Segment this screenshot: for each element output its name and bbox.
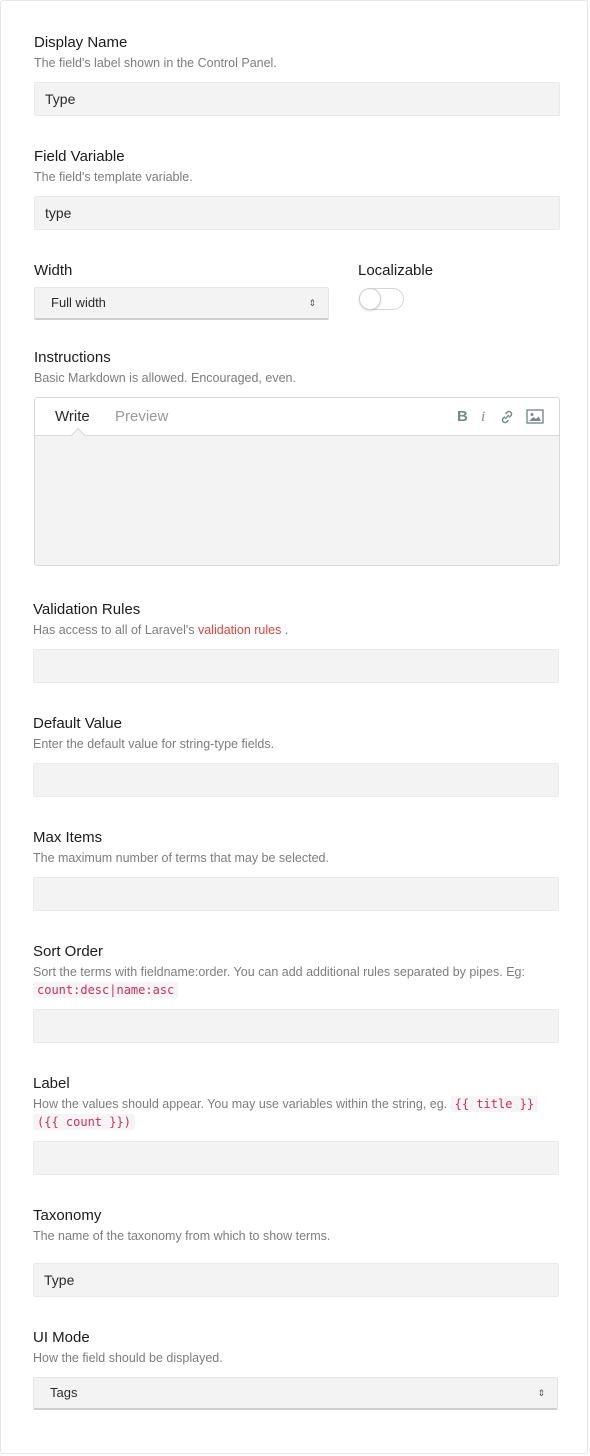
ui-mode-select-value: Tags <box>50 1385 78 1400</box>
default-value-input[interactable] <box>33 763 559 797</box>
instructions-textarea[interactable] <box>35 436 559 565</box>
markdown-toolbar: Write Preview B i <box>35 398 559 436</box>
width-field: Width Full width ⇕ <box>34 262 334 320</box>
instructions-field: Instructions Basic Markdown is allowed. … <box>34 349 560 566</box>
max-items-help: The maximum number of terms that may be … <box>33 851 329 865</box>
instructions-label: Instructions <box>34 349 111 366</box>
tab-write[interactable]: Write <box>55 407 90 427</box>
markdown-editor: Write Preview B i <box>34 397 560 566</box>
ui-mode-label: UI Mode <box>33 1329 90 1346</box>
width-select-value: Full width <box>51 295 106 310</box>
select-arrows-icon: ⇕ <box>308 298 316 308</box>
sort-order-label: Sort Order <box>33 943 104 960</box>
label-field-help: How the values should appear. You may us… <box>33 1095 559 1131</box>
sort-order-help: Sort the terms with fieldname:order. You… <box>33 963 559 999</box>
default-value-label: Default Value <box>33 715 122 732</box>
width-select[interactable]: Full width ⇕ <box>34 287 329 320</box>
validation-rules-link[interactable]: validation rules <box>198 623 281 637</box>
sort-order-input[interactable] <box>33 1009 559 1043</box>
taxonomy-label: Taxonomy <box>33 1207 102 1224</box>
taxonomy-help: The name of the taxonomy from which to s… <box>33 1229 331 1243</box>
display-name-input[interactable]: Type <box>34 82 560 116</box>
default-value-help: Enter the default value for string-type … <box>33 737 275 751</box>
max-items-input[interactable] <box>33 877 559 911</box>
italic-icon[interactable]: i <box>481 407 485 427</box>
validation-rules-field: Validation Rules Has access to all of La… <box>33 601 559 683</box>
validation-rules-label: Validation Rules <box>33 601 141 618</box>
max-items-label: Max Items <box>33 829 103 846</box>
validation-help-text: Has access to all of Laravel's <box>33 623 195 637</box>
validation-rules-help: Has access to all of Laravel's validatio… <box>33 621 559 639</box>
tab-preview[interactable]: Preview <box>115 407 168 427</box>
taxonomy-field: Taxonomy The name of the taxonomy from w… <box>33 1207 559 1297</box>
label-help-text: How the values should appear. You may us… <box>33 1097 448 1111</box>
display-name-label: Display Name <box>34 34 128 51</box>
image-icon[interactable] <box>526 409 544 430</box>
label-input[interactable] <box>33 1141 559 1175</box>
link-icon[interactable] <box>499 409 515 431</box>
label-field-label: Label <box>33 1075 70 1092</box>
ui-mode-help: How the field should be displayed. <box>33 1351 223 1365</box>
ui-mode-field: UI Mode How the field should be displaye… <box>33 1329 559 1410</box>
field-variable-input[interactable]: type <box>34 196 560 230</box>
display-name-help: The field's label shown in the Control P… <box>34 56 277 70</box>
field-settings-panel: Display Name The field's label shown in … <box>0 0 588 1454</box>
taxonomy-input[interactable]: Type <box>33 1263 559 1297</box>
localizable-field: Localizable <box>358 262 558 310</box>
sort-order-code: count:desc|name:asc <box>33 982 179 998</box>
default-value-field: Default Value Enter the default value fo… <box>33 715 559 797</box>
select-arrows-icon: ⇕ <box>537 1388 545 1398</box>
validation-rules-input[interactable] <box>33 649 559 683</box>
sort-order-help-text: Sort the terms with fieldname:order. You… <box>33 965 525 979</box>
max-items-field: Max Items The maximum number of terms th… <box>33 829 559 911</box>
field-variable-help: The field's template variable. <box>34 170 193 184</box>
label-field: Label How the values should appear. You … <box>33 1075 559 1175</box>
label-code-title: {{ title }} <box>450 1096 539 1112</box>
bold-icon[interactable]: B <box>457 407 468 427</box>
instructions-help: Basic Markdown is allowed. Encouraged, e… <box>34 371 296 385</box>
validation-help-suffix: . <box>284 623 289 637</box>
field-variable-field: Field Variable The field's template vari… <box>34 148 560 230</box>
toggle-knob <box>359 288 381 310</box>
field-variable-label: Field Variable <box>34 148 125 165</box>
localizable-label: Localizable <box>358 262 434 279</box>
width-label: Width <box>34 262 73 279</box>
localizable-toggle[interactable] <box>359 288 404 310</box>
display-name-field: Display Name The field's label shown in … <box>34 34 560 116</box>
label-code-count: ({{ count }}) <box>33 1114 135 1130</box>
ui-mode-select[interactable]: Tags ⇕ <box>33 1377 558 1410</box>
sort-order-field: Sort Order Sort the terms with fieldname… <box>33 943 559 1043</box>
